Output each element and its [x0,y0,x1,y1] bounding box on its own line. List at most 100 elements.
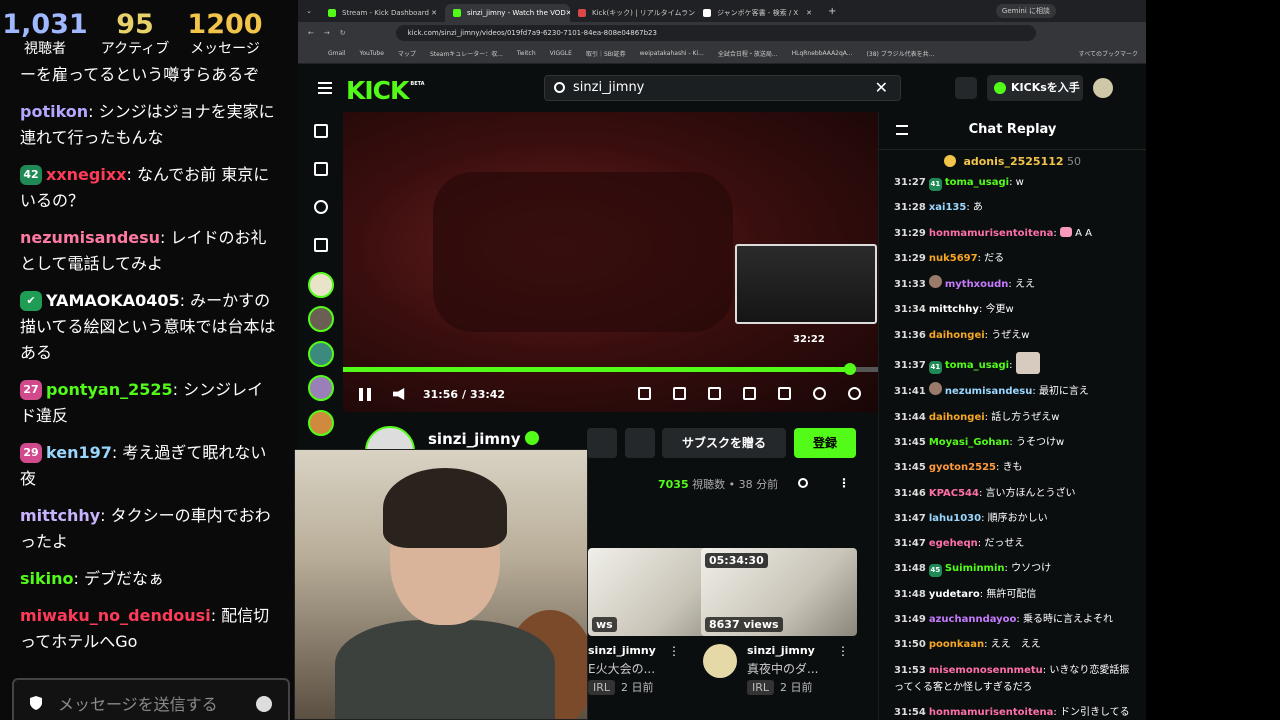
chat-username[interactable]: mythxoudn [945,279,1009,290]
chat-username[interactable]: honmamurisentoitena [929,707,1054,718]
chat-username[interactable]: poonkaan [929,639,984,650]
chat-username[interactable]: mittchhy [20,506,100,525]
speed-icon[interactable] [813,387,826,400]
subscribe-button[interactable]: 登録 [794,428,856,458]
chat-username[interactable]: toma_usagi [945,360,1009,371]
bookmark-item[interactable]: HLqRnebbAAA2qA... [792,50,853,57]
chat-username[interactable]: ken197 [46,443,112,462]
gemini-button[interactable]: Gemini に相談 [995,4,1056,18]
bookmark-item[interactable]: VIGGLE [550,50,572,57]
category-icon[interactable] [314,238,328,252]
message-input[interactable]: メッセージを送信する [12,678,290,720]
url-field[interactable]: kick.com/sinzi_jimny/videos/019fd7a9-623… [395,25,1036,41]
chat-username[interactable]: KPAC544 [929,488,979,499]
bookmark-item[interactable]: すべてのブックマーク [1079,49,1138,58]
chat-username[interactable]: xxnegixx [46,165,126,184]
card-more-icon[interactable]: ⋮ [668,644,680,658]
tab-search-icon[interactable]: ⌄ [298,7,320,15]
browser-tab[interactable]: Stream - Kick Dashboard ✕ [320,4,445,22]
chat-username[interactable]: miwaku_no_dendousi [20,606,211,625]
bookmark-item[interactable]: Gmail [328,50,346,57]
chat-username[interactable]: sikino [20,569,74,588]
chat-username[interactable]: mittchhy [929,304,979,315]
card-channel-name[interactable]: sinzi_jimny [747,644,815,657]
browser-tab[interactable]: sinzi_jimny - Watch the VOD ✕ [445,4,570,22]
followed-channel-avatar[interactable] [308,341,334,367]
chat-username[interactable]: egeheqn [929,538,978,549]
close-tab-icon[interactable]: ✕ [431,9,437,17]
theater-mode-icon[interactable] [743,387,756,400]
notification-bell-button[interactable] [587,428,617,458]
chat-username[interactable]: yudetaro [929,589,980,600]
chat-username[interactable]: nezumisandesu [20,228,160,247]
bookmark-item[interactable]: Steamキュレーター：収... [430,49,503,58]
clear-search-icon[interactable]: ✕ [875,76,888,100]
pause-icon[interactable] [359,387,371,401]
user-avatar[interactable] [1093,78,1113,98]
menu-icon[interactable] [318,82,332,94]
bookmark-item[interactable]: 全試合日程・放送局... [718,49,778,58]
chat-username[interactable]: honmamurisentoitena [929,228,1054,239]
followed-channel-avatar[interactable] [308,375,334,401]
bookmark-item[interactable]: weipatakahashi - Ki... [640,50,704,57]
chat-username[interactable]: azuchanndayoo [929,614,1017,625]
chat-username[interactable]: nuk5697 [929,253,978,264]
captions-icon[interactable] [708,387,721,400]
back-icon[interactable]: ← [308,29,314,37]
more-options-icon[interactable]: ⋮ [838,476,850,490]
following-icon[interactable] [314,200,328,214]
followed-channel-avatar[interactable] [308,410,334,436]
channel-name[interactable]: sinzi_jimny [428,430,539,448]
share-icon[interactable] [798,478,808,488]
card-title[interactable]: 真夜中のダ... [747,660,818,677]
chat-username[interactable]: YAMAOKA0405 [46,291,180,310]
chat-username[interactable]: misemonosennmetu [929,665,1043,676]
card-title[interactable]: E火大会の... [588,660,655,677]
chat-username[interactable]: gyoton2525 [929,462,996,473]
emoji-icon[interactable] [256,696,272,712]
browser-tab[interactable]: ジャンボケ客書 - 検索 / X ✕ [695,4,820,22]
chat-username[interactable]: daihongei [929,330,985,341]
card-channel-name[interactable]: sinzi_jimny [588,644,656,657]
bookmark-item[interactable]: マップ [398,49,416,58]
card-channel-avatar[interactable] [703,644,737,678]
video-player[interactable]: 32:22 31:56 / 33:42 [343,112,878,412]
chat-username[interactable]: Moyasi_Gohan [929,437,1010,448]
follow-heart-button[interactable] [625,428,655,458]
miniplayer-icon[interactable] [638,387,651,400]
home-icon[interactable] [314,124,328,138]
top-gifter-name[interactable]: adonis_2525112 [963,155,1063,168]
bookmark-item[interactable]: 取引｜SBI証券 [586,49,626,58]
chat-username[interactable]: pontyan_2525 [46,380,173,399]
seek-bar[interactable] [343,363,878,375]
followed-channel-avatar[interactable] [308,306,334,332]
card-more-icon[interactable]: ⋮ [837,644,849,658]
fullscreen-icon[interactable] [778,387,791,400]
chat-username[interactable]: toma_usagi [945,177,1009,188]
chat-username[interactable]: daihongei [929,412,985,423]
chat-username[interactable]: potikon [20,102,88,121]
bookmark-item[interactable]: (38) ブラジル代表を共... [867,49,935,58]
chat-username[interactable]: xai135 [929,202,967,213]
gift-subs-button[interactable]: サブスクを贈る [662,428,786,458]
creator-dashboard-icon[interactable] [955,77,977,99]
video-card[interactable]: 05:34:30 8637 views sinzi_jimny 真夜中のダ...… [701,548,857,695]
get-kicks-button[interactable]: KICKsを入手 [987,75,1083,101]
seek-handle[interactable] [844,363,857,375]
reload-icon[interactable]: ↻ [340,29,346,37]
collapse-chat-icon[interactable] [896,125,908,135]
chat-username[interactable]: nezumisandesu [945,386,1033,397]
kick-logo[interactable]: KICK BETA [346,76,425,105]
followed-channel-avatar[interactable] [308,272,334,298]
settings-icon[interactable] [848,387,861,400]
volume-icon[interactable] [393,388,405,400]
close-tab-icon[interactable]: ✕ [806,9,812,17]
chat-username[interactable]: lahu1030 [929,513,981,524]
bookmark-item[interactable]: YouTube [360,50,384,57]
clip-icon[interactable] [673,387,686,400]
search-input[interactable]: sinzi_jimny ✕ [544,75,901,101]
bookmark-item[interactable]: Twitch [517,50,536,57]
new-tab-icon[interactable]: + [828,6,836,17]
browse-icon[interactable] [314,162,328,176]
forward-icon[interactable]: → [324,29,330,37]
